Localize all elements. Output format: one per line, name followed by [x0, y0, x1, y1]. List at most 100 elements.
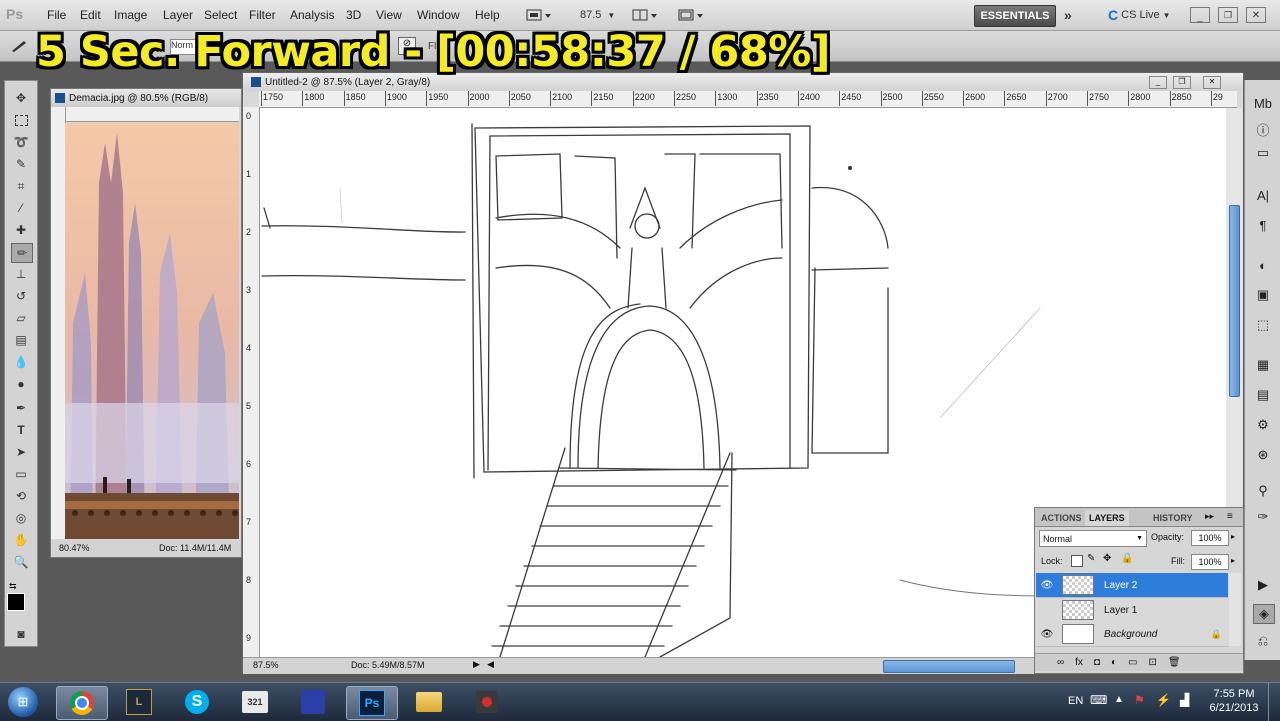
- history-brush-tool-icon[interactable]: ↺: [11, 287, 31, 305]
- actions-icon[interactable]: ▶: [1253, 576, 1273, 594]
- history-icon[interactable]: ⎌: [1253, 632, 1273, 650]
- keyboard-icon[interactable]: ⌨: [1090, 693, 1107, 707]
- paragraph-icon[interactable]: ¶: [1253, 216, 1273, 234]
- lock-all-icon[interactable]: 🔒: [1121, 553, 1133, 564]
- clone-stamp-tool-icon[interactable]: ⊥: [11, 265, 31, 283]
- eyedropper-tool-icon[interactable]: ⁄: [11, 199, 31, 217]
- path-selection-tool-icon[interactable]: ➤: [11, 443, 31, 461]
- quick-mask-icon[interactable]: ◙: [11, 625, 31, 643]
- clone-source-icon[interactable]: ⊛: [1253, 446, 1273, 464]
- arrange-documents-button[interactable]: [632, 6, 658, 24]
- link-layers-icon[interactable]: ∞: [1057, 657, 1064, 668]
- zoom-level-dropdown[interactable]: 87.5 ▼: [580, 6, 615, 24]
- taskbar-photoshop[interactable]: Ps: [346, 686, 398, 720]
- menu-analysis[interactable]: Analysis: [290, 8, 335, 22]
- minimize-icon[interactable]: _: [1190, 7, 1210, 23]
- horizontal-scroll-thumb[interactable]: [883, 660, 1015, 673]
- screen-layout-button[interactable]: [678, 6, 704, 24]
- show-hidden-icons-icon[interactable]: ▲: [1114, 694, 1124, 705]
- reference-window-title-bar[interactable]: Demacia.jpg @ 80.5% (RGB/8): [51, 89, 241, 107]
- gradient-tool-icon[interactable]: ▤: [11, 331, 31, 349]
- network-icon[interactable]: ▟: [1180, 693, 1189, 707]
- navigator-icon[interactable]: ▭: [1253, 144, 1273, 162]
- tab-layers[interactable]: LAYERS: [1085, 510, 1129, 526]
- menu-file[interactable]: File: [47, 8, 66, 22]
- opacity-input[interactable]: 100%: [1191, 530, 1229, 546]
- layers-scrollbar[interactable]: [1229, 573, 1241, 646]
- layer-row-background[interactable]: 👁 Background 🔒: [1036, 622, 1228, 647]
- menu-image[interactable]: Image: [114, 8, 147, 22]
- taskbar-media-player[interactable]: 321: [230, 686, 280, 718]
- power-icon[interactable]: ⚡: [1156, 693, 1171, 707]
- quick-select-tool-icon[interactable]: ✎: [11, 155, 31, 173]
- fill-slider-arrow-icon[interactable]: ▸: [1231, 556, 1235, 565]
- brush-presets-icon[interactable]: ✑: [1253, 508, 1273, 526]
- reference-zoom-value[interactable]: 80.47%: [59, 543, 90, 553]
- 3d-rotate-tool-icon[interactable]: ⟲: [11, 487, 31, 505]
- menu-filter[interactable]: Filter: [249, 8, 276, 22]
- document-close-icon[interactable]: ✕: [1203, 76, 1221, 89]
- mini-bridge-icon[interactable]: Mb: [1253, 94, 1273, 112]
- menu-layer[interactable]: Layer: [163, 8, 193, 22]
- menu-3d[interactable]: 3D: [346, 8, 361, 22]
- shape-tool-icon[interactable]: ▭: [11, 465, 31, 483]
- brushes-icon[interactable]: ⚙: [1253, 416, 1273, 434]
- type-tool-icon[interactable]: T: [11, 421, 31, 439]
- action-center-icon[interactable]: ⚑: [1134, 693, 1145, 707]
- foreground-color-swatch[interactable]: [7, 593, 25, 611]
- new-group-icon[interactable]: ▭: [1128, 657, 1137, 668]
- taskbar-recorder[interactable]: [462, 686, 512, 718]
- dodge-tool-icon[interactable]: ●: [11, 375, 31, 393]
- masks-icon[interactable]: ▣: [1253, 286, 1273, 304]
- layer-row-layer-2[interactable]: 👁 Layer 2: [1036, 573, 1228, 598]
- blur-tool-icon[interactable]: 💧: [11, 353, 31, 371]
- scroll-left-icon[interactable]: ◀: [487, 659, 494, 670]
- taskbar-file-explorer[interactable]: [404, 686, 454, 718]
- close-icon[interactable]: ✕: [1246, 7, 1266, 23]
- language-indicator[interactable]: EN: [1068, 695, 1083, 707]
- document-restore-icon[interactable]: ❐: [1173, 76, 1191, 89]
- taskbar-skype[interactable]: S: [172, 686, 222, 718]
- new-layer-icon[interactable]: ⊡: [1148, 657, 1156, 668]
- collapse-panel-icon[interactable]: ▸▸: [1205, 511, 1214, 522]
- screen-mode-button[interactable]: [526, 6, 552, 24]
- menu-select[interactable]: Select: [204, 8, 237, 22]
- layer-style-icon[interactable]: fx: [1075, 657, 1083, 668]
- system-clock[interactable]: 7:55 PM 6/21/2013: [1204, 687, 1264, 715]
- add-mask-icon[interactable]: ◘: [1094, 657, 1100, 668]
- delete-layer-icon[interactable]: 🗑: [1168, 657, 1181, 668]
- lock-position-icon[interactable]: ✥: [1103, 553, 1111, 564]
- zoom-tool-icon[interactable]: 🔍: [11, 553, 31, 571]
- move-tool-icon[interactable]: ✥: [11, 89, 31, 107]
- adjustments-icon[interactable]: ◐: [1253, 256, 1273, 274]
- menu-window[interactable]: Window: [417, 8, 460, 22]
- menu-view[interactable]: View: [376, 8, 402, 22]
- swap-colors-icon[interactable]: ⇆: [9, 581, 17, 592]
- document-minimize-icon[interactable]: _: [1149, 76, 1167, 89]
- character-icon[interactable]: A|: [1253, 186, 1273, 204]
- tab-history[interactable]: HISTORY: [1149, 510, 1197, 526]
- taskbar-game-app[interactable]: [288, 686, 338, 718]
- blend-mode-dropdown[interactable]: Normal ▼: [1039, 530, 1147, 547]
- styles-icon[interactable]: ▤: [1253, 386, 1273, 404]
- crop-tool-icon[interactable]: ⌗: [11, 177, 31, 195]
- workspace-essentials-button[interactable]: ESSENTIALS: [974, 5, 1056, 27]
- panel-menu-icon[interactable]: ≡: [1227, 511, 1233, 522]
- pen-tool-icon[interactable]: ✒: [11, 399, 31, 417]
- fill-input[interactable]: 100%: [1191, 554, 1229, 570]
- start-button[interactable]: ⊞: [0, 686, 46, 718]
- vertical-scroll-thumb[interactable]: [1229, 205, 1240, 397]
- cs-live-button[interactable]: C CS Live ▼: [1108, 6, 1171, 24]
- tab-actions[interactable]: ACTIONS: [1037, 510, 1086, 526]
- eye-icon[interactable]: 👁: [1040, 580, 1054, 591]
- eye-icon[interactable]: 👁: [1040, 629, 1054, 640]
- menu-help[interactable]: Help: [475, 8, 500, 22]
- hand-tool-icon[interactable]: ✋: [11, 531, 31, 549]
- layers-icon[interactable]: ◈: [1253, 604, 1275, 624]
- brush-tool-icon[interactable]: ✏: [11, 243, 33, 263]
- lock-transparent-icon[interactable]: [1071, 555, 1083, 567]
- menu-edit[interactable]: Edit: [80, 8, 101, 22]
- taskbar-chrome[interactable]: [56, 686, 108, 720]
- adjustment-layer-icon[interactable]: ◐: [1111, 657, 1117, 668]
- lasso-tool-icon[interactable]: ➰: [11, 133, 31, 151]
